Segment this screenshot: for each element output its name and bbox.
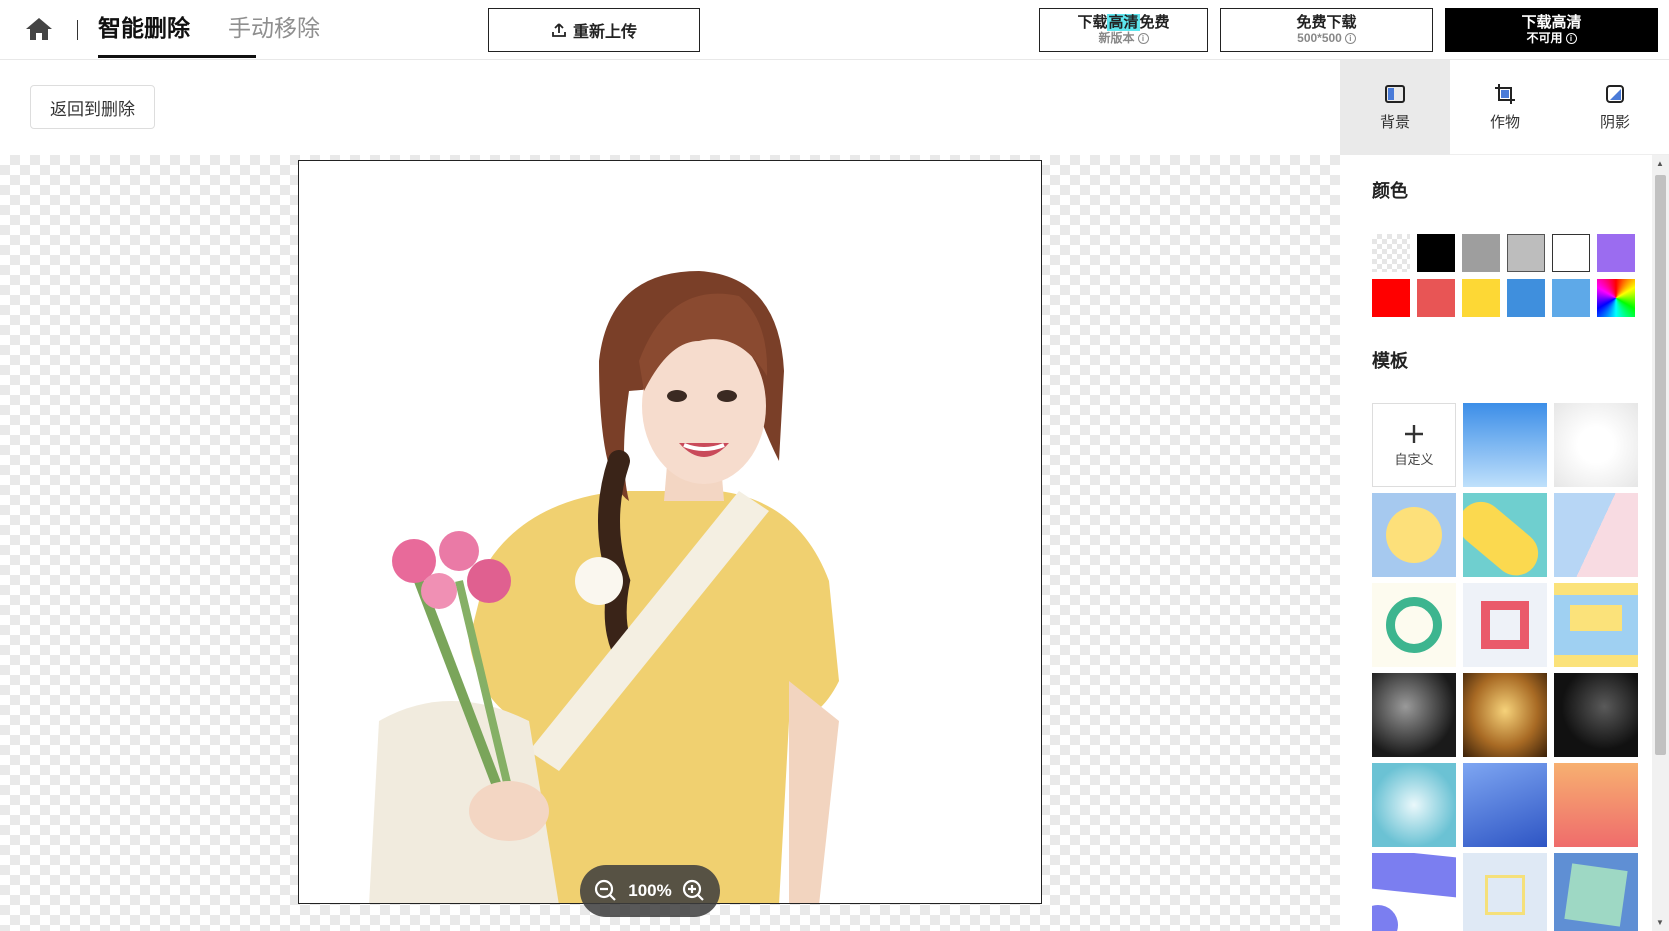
header-divider [77,20,78,40]
template-orange-gradient[interactable] [1554,763,1638,847]
tab-shadow-label: 阴影 [1599,114,1630,131]
download-hd-free-button[interactable]: 下载高清免费 新版本 i [1039,8,1208,52]
template-blue-gradient[interactable] [1463,403,1547,487]
template-white-gradient[interactable] [1554,403,1638,487]
scroll-up-icon[interactable]: ▲ [1656,159,1664,168]
info-icon: i [1344,33,1356,44]
color-swatch-coral[interactable] [1417,279,1455,317]
cutout-person-image [369,271,839,903]
color-swatch-gray[interactable] [1462,234,1500,272]
top-bar: 智能删除 手动移除 重新上传 下载高清免费 新版本 i 免费下载 500*500 i… [0,0,1669,60]
template-blue-yellow-frame[interactable] [1554,583,1638,667]
template-custom-label: 自定义 [1394,451,1434,467]
tab-manual-remove[interactable]: 手动移除 [228,12,320,48]
zoom-control: 100% [580,865,720,917]
template-purple-shapes[interactable] [1372,853,1456,931]
color-swatch-transparent[interactable] [1372,234,1410,272]
template-custom[interactable]: 自定义 [1372,403,1456,487]
color-swatch-custom-picker[interactable] [1597,279,1635,317]
download-hd-title: 下载高清 [1521,14,1582,31]
template-yellow-outline[interactable] [1463,853,1547,931]
color-section-title: 颜色 [1372,181,1408,201]
color-swatch-yellow[interactable] [1462,279,1500,317]
shadow-icon [1606,85,1624,103]
color-swatch-blue[interactable] [1507,279,1545,317]
zoom-in-icon[interactable] [682,879,706,903]
download-hd-free-title: 下载高清免费 [1077,14,1170,31]
panel-tabs: 背景 作物 阴影 [1340,60,1669,155]
download-hd-button[interactable]: 下载高清 不可用 i [1445,8,1658,52]
template-yellow-pill[interactable] [1463,493,1547,577]
template-green-blue-blocks[interactable] [1554,853,1638,931]
tab-crop-label: 作物 [1489,114,1520,131]
upload-icon [552,23,566,37]
tab-crop[interactable]: 作物 [1450,60,1560,155]
active-tab-indicator [98,55,256,58]
background-panel: 颜色 模板 自定义 [1340,155,1652,931]
info-icon: i [1137,33,1149,44]
template-blue-gradient-2[interactable] [1463,763,1547,847]
template-green-ring[interactable] [1372,583,1456,667]
download-free-sub: 500*500 i [1297,31,1356,46]
template-water-light[interactable] [1372,763,1456,847]
info-icon: i [1565,33,1577,44]
zoom-level: 100% [628,881,672,900]
download-hd-free-sub: 新版本 i [1098,31,1149,46]
back-to-remove-button[interactable]: 返回到删除 [30,85,155,129]
tab-smart-remove[interactable]: 智能删除 [98,12,190,48]
scroll-down-icon[interactable]: ▼ [1656,918,1664,927]
tab-shadow[interactable]: 阴影 [1560,60,1669,155]
download-free-button[interactable]: 免费下载 500*500 i [1220,8,1433,52]
template-dark-spotlight[interactable] [1554,673,1638,757]
tab-background-label: 背景 [1379,114,1410,131]
color-swatch-white[interactable] [1552,234,1590,272]
home-icon[interactable] [24,16,54,42]
zoom-out-icon[interactable] [594,879,618,903]
template-gold-stage[interactable] [1463,673,1547,757]
color-swatch-purple[interactable] [1597,234,1635,272]
scrollbar-thumb[interactable] [1655,175,1666,755]
side-panel-scrollbar[interactable]: ▲ ▼ [1652,155,1669,931]
crop-icon [1495,84,1515,104]
color-swatch-red[interactable] [1372,279,1410,317]
color-swatch-light-blue[interactable] [1552,279,1590,317]
template-section-title: 模板 [1372,351,1408,371]
photo-preview[interactable] [298,160,1042,904]
download-hd-sub: 不可用 i [1526,31,1577,46]
color-swatch-light-gray[interactable] [1507,234,1545,272]
template-red-square[interactable] [1463,583,1547,667]
reupload-button[interactable]: 重新上传 [488,8,700,52]
background-icon [1385,85,1405,103]
plus-icon [1405,424,1423,443]
color-swatch-black[interactable] [1417,234,1455,272]
template-blue-pink-split[interactable] [1554,493,1638,577]
download-free-title: 免费下载 [1296,14,1357,31]
template-yellow-circle[interactable] [1372,493,1456,577]
tab-background[interactable]: 背景 [1340,60,1450,155]
reupload-label: 重新上传 [572,24,637,41]
template-dark-smoke[interactable] [1372,673,1456,757]
